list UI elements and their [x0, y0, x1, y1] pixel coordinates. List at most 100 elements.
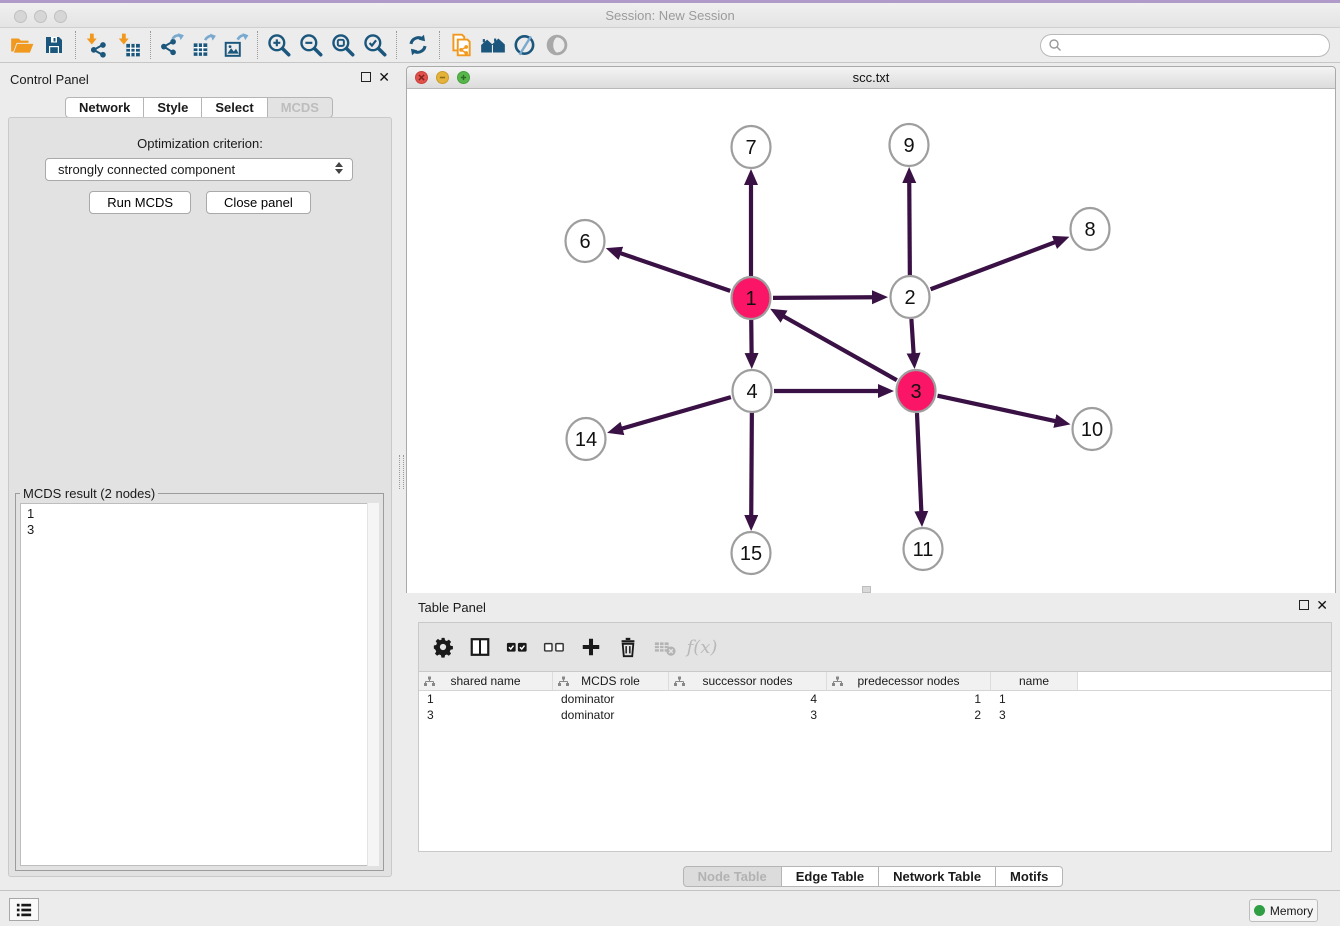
table-cell[interactable]: dominator — [553, 691, 669, 707]
column-header-MCDS-role[interactable]: MCDS role — [553, 672, 669, 690]
graph-edge-2-3[interactable] — [911, 319, 913, 355]
control-panel: Control Panel ✕ NetworkStyleSelectMCDS O… — [0, 66, 398, 890]
delete-table-disabled-icon — [651, 633, 679, 661]
column-label: shared name — [450, 674, 520, 688]
zoom-out-icon[interactable] — [295, 30, 327, 60]
settings-gear-icon[interactable] — [429, 633, 457, 661]
tab-mcds[interactable]: MCDS — [268, 97, 333, 118]
table-cell[interactable]: 2 — [827, 707, 991, 723]
graph-edge-3-11[interactable] — [917, 413, 921, 513]
table-row[interactable]: 1dominator411 — [419, 691, 1331, 707]
table-toolbar: f(x) — [419, 623, 1331, 671]
control-panel-tabs: NetworkStyleSelectMCDS — [0, 97, 398, 118]
graph-edge-1-6[interactable] — [619, 253, 730, 291]
table-cell[interactable]: 1 — [419, 691, 553, 707]
export-network-icon[interactable] — [156, 30, 188, 60]
tab-network[interactable]: Network — [65, 97, 144, 118]
app-title: Session: New Session — [0, 8, 1340, 23]
home-neighbors-icon[interactable] — [477, 30, 509, 60]
network-titlebar[interactable]: scc.txt — [407, 67, 1335, 89]
table-header-row: shared name MCDS rolesuccessor nodes prede… — [419, 672, 1331, 691]
graph-edge-3-10[interactable] — [938, 396, 1057, 422]
graph-edge-1-2[interactable] — [773, 297, 874, 298]
column-header-shared-name[interactable]: shared name — [419, 672, 553, 690]
mcds-panel: Optimization criterion: strongly connect… — [8, 117, 392, 877]
delete-column-icon[interactable] — [614, 633, 642, 661]
graph-edge-4-14[interactable] — [621, 397, 731, 429]
status-bar: Memory — [0, 890, 1340, 926]
network-window: scc.txt 1234678910111415 — [406, 66, 1336, 593]
tab-motifs[interactable]: Motifs — [996, 866, 1063, 887]
column-layout-icon[interactable] — [466, 633, 494, 661]
memory-label: Memory — [1270, 904, 1313, 918]
graph-node-label-9: 9 — [903, 135, 914, 157]
graph-node-label-14: 14 — [575, 429, 597, 451]
table-cell[interactable]: 3 — [419, 707, 553, 723]
result-scrollbar[interactable] — [367, 503, 379, 866]
style-circle-icon[interactable] — [509, 30, 541, 60]
optimization-dropdown[interactable]: strongly connected component — [45, 158, 353, 181]
column-label: predecessor nodes — [857, 674, 959, 688]
memory-button[interactable]: Memory — [1249, 899, 1318, 922]
add-column-icon[interactable] — [577, 633, 605, 661]
float-table-panel-icon[interactable] — [1299, 600, 1309, 610]
mcds-result-groupbox: MCDS result (2 nodes) 1 3 — [15, 493, 384, 871]
network-canvas[interactable]: 1234678910111415 — [407, 89, 1335, 593]
search-box[interactable] — [1040, 34, 1330, 57]
export-image-icon[interactable] — [220, 30, 252, 60]
table-cell[interactable]: 3 — [669, 707, 827, 723]
search-input[interactable] — [1066, 36, 1329, 54]
graph-node-label-10: 10 — [1081, 419, 1103, 441]
deselect-all-icon[interactable] — [540, 633, 568, 661]
float-panel-icon[interactable] — [361, 72, 371, 82]
splitter-handle[interactable] — [399, 455, 404, 489]
tab-edge-table[interactable]: Edge Table — [782, 866, 879, 887]
refresh-layout-icon[interactable] — [402, 30, 434, 60]
table-cell[interactable]: dominator — [553, 707, 669, 723]
tab-style[interactable]: Style — [144, 97, 202, 118]
export-table-icon[interactable] — [188, 30, 220, 60]
console-button[interactable] — [9, 898, 39, 921]
table-cell[interactable]: 3 — [991, 707, 1078, 723]
column-header-name[interactable]: name — [991, 672, 1078, 690]
open-session-icon[interactable] — [6, 30, 38, 60]
eye-disabled-icon[interactable] — [541, 30, 573, 60]
graph-edge-2-8[interactable] — [931, 242, 1057, 290]
close-panel-icon[interactable]: ✕ — [378, 72, 390, 82]
table-panel-title: Table Panel — [418, 600, 486, 615]
graph-node-label-7: 7 — [745, 137, 756, 159]
graph-edge-4-15[interactable] — [751, 413, 752, 517]
graph-node-label-11: 11 — [913, 539, 934, 561]
close-panel-button[interactable]: Close panel — [206, 191, 311, 214]
table-tabs: Node TableEdge TableNetwork TableMotifs — [406, 866, 1340, 887]
zoom-selected-icon[interactable] — [359, 30, 391, 60]
graph-node-label-1: 1 — [745, 288, 756, 310]
table-cell[interactable]: 4 — [669, 691, 827, 707]
graph-edge-2-9[interactable] — [909, 181, 910, 275]
control-panel-title: Control Panel — [10, 72, 89, 87]
graph-node-label-3: 3 — [910, 381, 921, 403]
zoom-fit-icon[interactable] — [327, 30, 359, 60]
table-row[interactable]: 3dominator323 — [419, 707, 1331, 723]
import-table-icon[interactable] — [113, 30, 145, 60]
select-all-icon[interactable] — [503, 633, 531, 661]
close-table-panel-icon[interactable]: ✕ — [1316, 600, 1328, 610]
import-network-icon[interactable] — [81, 30, 113, 60]
table-cell[interactable]: 1 — [991, 691, 1078, 707]
mcds-result-text[interactable]: 1 3 — [20, 503, 379, 866]
tab-node-table[interactable]: Node Table — [683, 866, 782, 887]
run-mcds-button[interactable]: Run MCDS — [89, 191, 191, 214]
toolbar-separator — [396, 31, 397, 59]
function-builder-disabled-icon: f(x) — [688, 633, 716, 661]
resize-handle[interactable] — [862, 586, 871, 593]
column-header-predecessor-nodes[interactable]: predecessor nodes — [827, 672, 991, 690]
table-cell[interactable]: 1 — [827, 691, 991, 707]
graph-edge-3-1[interactable] — [782, 316, 896, 381]
tab-network-table[interactable]: Network Table — [879, 866, 996, 887]
copy-network-icon[interactable] — [445, 30, 477, 60]
save-session-icon[interactable] — [38, 30, 70, 60]
zoom-in-icon[interactable] — [263, 30, 295, 60]
main-toolbar — [0, 28, 1340, 63]
column-header-successor-nodes[interactable]: successor nodes — [669, 672, 827, 690]
tab-select[interactable]: Select — [202, 97, 267, 118]
